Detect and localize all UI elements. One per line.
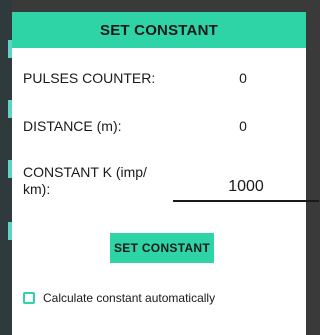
set-constant-button[interactable]: SET CONSTANT: [110, 233, 214, 263]
distance-row: DISTANCE (m): 0: [23, 118, 306, 138]
distance-value: 0: [239, 118, 247, 134]
pulses-row: PULSES COUNTER: 0: [23, 70, 306, 90]
constant-k-input[interactable]: [173, 174, 319, 202]
constant-k-label: CONSTANT K (imp/ km):: [23, 164, 147, 197]
background-app-strip: [0, 0, 12, 335]
auto-calculate-checkbox[interactable]: [23, 292, 35, 304]
set-constant-dialog: SET CONSTANT PULSES COUNTER: 0 DISTANCE …: [12, 12, 319, 335]
dialog-title: SET CONSTANT: [100, 21, 218, 39]
pulses-counter-label: PULSES COUNTER:: [23, 70, 156, 86]
auto-calculate-label: Calculate constant automatically: [43, 291, 216, 305]
distance-label: DISTANCE (m):: [23, 118, 122, 134]
constant-row: CONSTANT K (imp/ km):: [23, 164, 319, 204]
dialog-titlebar: SET CONSTANT: [12, 12, 306, 48]
auto-calculate-option[interactable]: Calculate constant automatically: [23, 291, 215, 305]
pulses-counter-value: 0: [239, 70, 247, 86]
